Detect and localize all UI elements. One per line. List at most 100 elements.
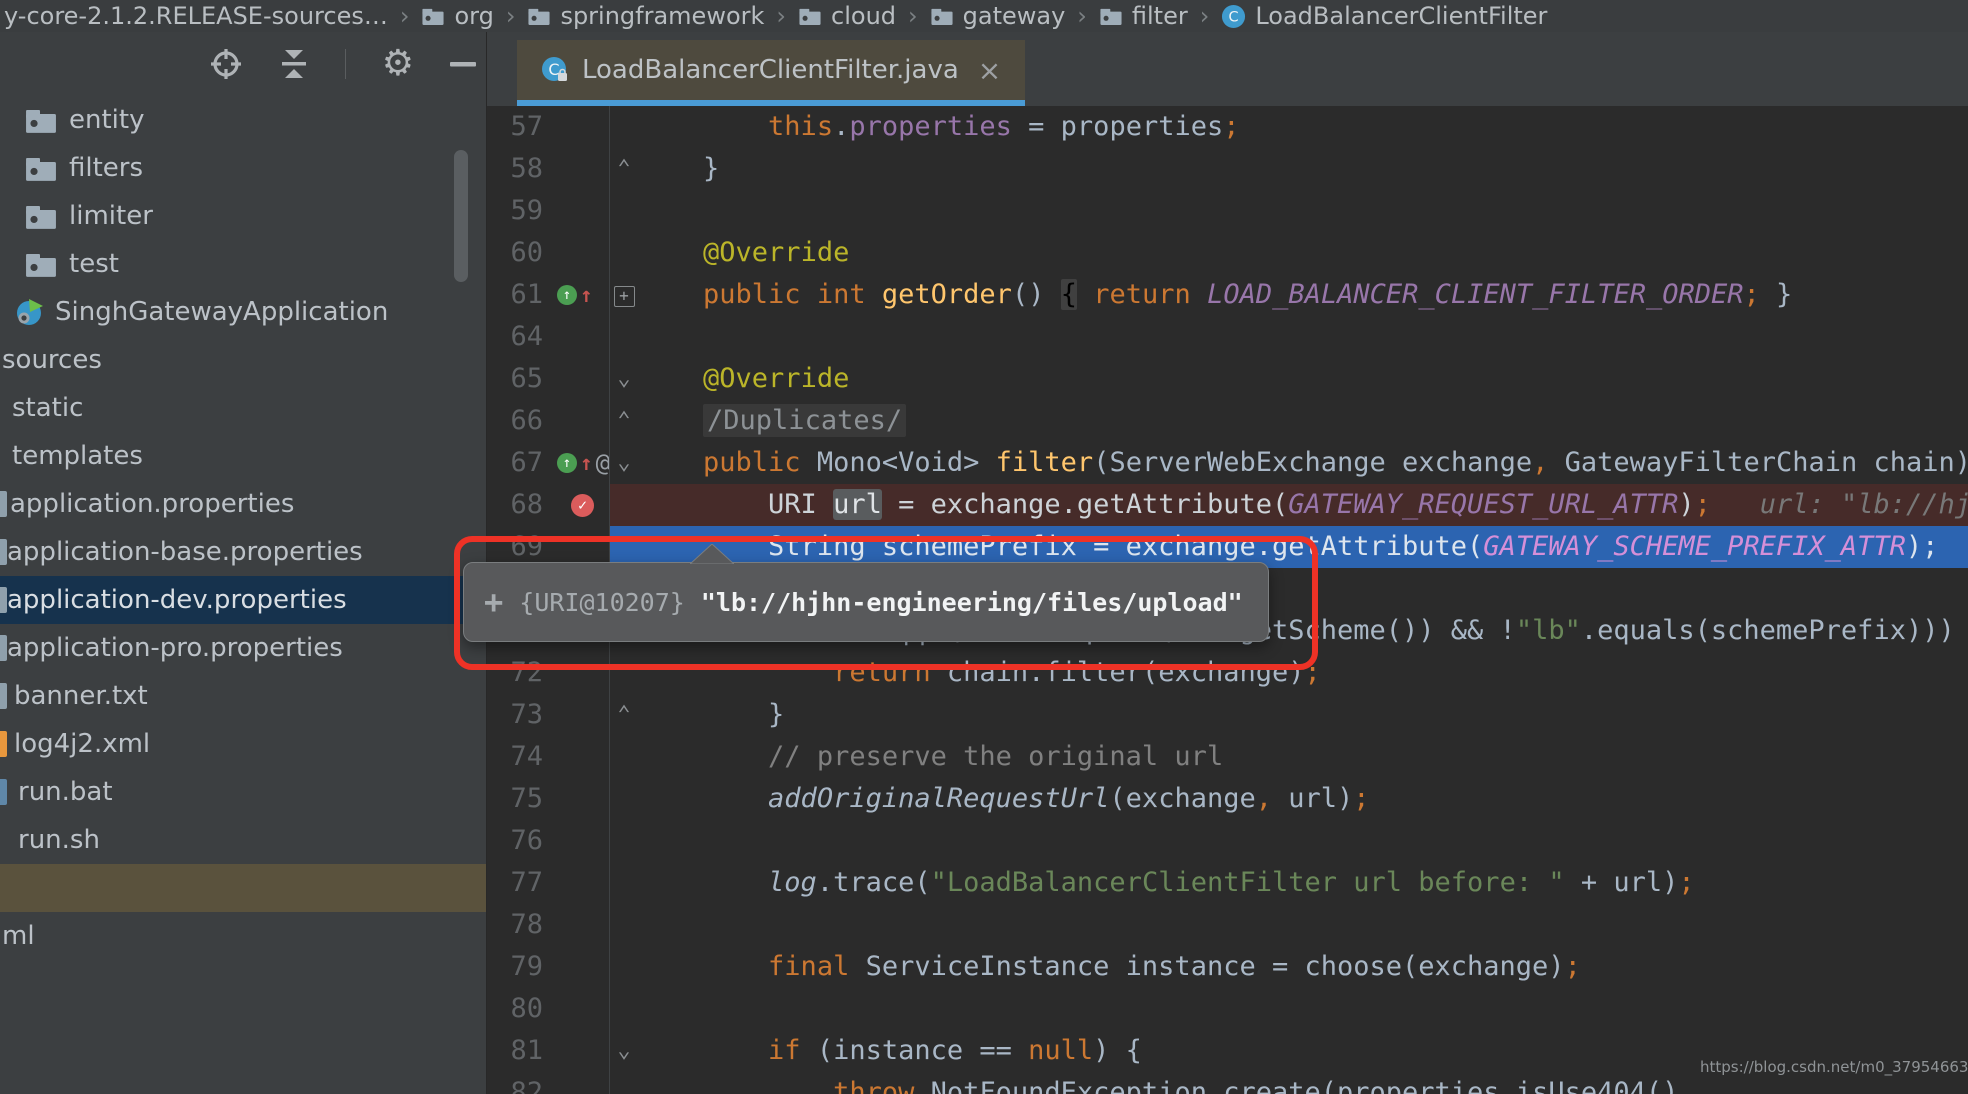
fold-marker[interactable] xyxy=(610,736,638,778)
code-text[interactable]: URI url = exchange.getAttribute(GATEWAY_… xyxy=(638,484,1968,526)
gutter-icons xyxy=(557,1072,609,1094)
breadcrumb-item[interactable]: gateway xyxy=(930,2,1065,30)
tree-item-application-base-properties[interactable]: application-base.properties xyxy=(0,528,486,576)
fold-marker[interactable] xyxy=(610,316,638,358)
fold-marker[interactable] xyxy=(610,106,638,148)
settings-icon[interactable]: ⚙ xyxy=(382,46,414,82)
override-method-icon[interactable]: ↑ xyxy=(557,453,577,473)
code-text[interactable]: addOriginalRequestUrl(exchange, url); xyxy=(638,778,1968,820)
tree-item-entity[interactable]: entity xyxy=(0,96,486,144)
code-text[interactable]: this.properties = properties; xyxy=(638,106,1968,148)
tree-item-static[interactable]: static xyxy=(0,384,486,432)
editor-tab-bar: C LoadBalancerClientFilter.java × xyxy=(487,32,1968,106)
tree-item-limiter[interactable]: limiter xyxy=(0,192,486,240)
tree-item-log4j2-xml[interactable]: log4j2.xml xyxy=(0,720,486,768)
code-text[interactable]: // preserve the original url xyxy=(638,736,1968,778)
fold-marker[interactable]: ⌃ xyxy=(610,400,638,442)
navigate-up-icon[interactable]: ↑ xyxy=(580,285,593,306)
fold-marker[interactable]: ⌄ xyxy=(610,442,638,484)
breadcrumb-item[interactable]: springframework xyxy=(527,2,764,30)
tree-item-empty[interactable] xyxy=(0,864,486,912)
fold-marker[interactable] xyxy=(610,232,638,274)
fold-marker[interactable] xyxy=(610,946,638,988)
gutter-icons xyxy=(557,736,609,778)
breadcrumb: y-core-2.1.2.RELEASE-sources… › org › spri… xyxy=(0,0,1968,33)
fold-expand-icon[interactable]: + xyxy=(613,286,635,307)
breadcrumb-item[interactable]: C LoadBalancerClientFilter xyxy=(1221,2,1547,30)
tree-scrollbar-thumb[interactable] xyxy=(454,150,468,282)
line-number: 67 xyxy=(510,447,543,478)
tree-item-label: SinghGatewayApplication xyxy=(55,297,389,327)
tree-item-ml[interactable]: ml xyxy=(0,912,486,960)
tree-item-filters[interactable]: filters xyxy=(0,144,486,192)
locate-icon[interactable] xyxy=(209,47,243,81)
tree-item-application-dev-properties[interactable]: application-dev.properties xyxy=(0,576,486,624)
code-text[interactable]: public int getOrder() { return LOAD_BALA… xyxy=(638,274,1968,316)
tree-item-run-bat[interactable]: run.bat xyxy=(0,768,486,816)
breadcrumb-item[interactable]: org xyxy=(421,2,494,30)
fold-marker[interactable] xyxy=(610,862,638,904)
tree-item-application-pro-properties[interactable]: application-pro.properties xyxy=(0,624,486,672)
tree-item-application-properties[interactable]: application.properties xyxy=(0,480,486,528)
editor-tab[interactable]: C LoadBalancerClientFilter.java × xyxy=(517,40,1026,106)
code-text[interactable]: @Override xyxy=(638,358,1968,400)
navigate-up-icon[interactable]: ↑ xyxy=(580,453,593,474)
code-text[interactable] xyxy=(638,904,1968,946)
fold-marker[interactable]: + xyxy=(610,274,638,316)
tree-item-test[interactable]: test xyxy=(0,240,486,288)
tree-item-label: log4j2.xml xyxy=(14,729,151,759)
fold-marker[interactable] xyxy=(610,820,638,862)
tree-item-singhgatewayapplication[interactable]: SinghGatewayApplication xyxy=(0,288,486,336)
tree-item-label: limiter xyxy=(69,201,153,231)
code-text[interactable]: /Duplicates/ xyxy=(638,400,1968,442)
fold-marker[interactable]: ⌃ xyxy=(610,148,638,190)
tree-item-label: sources xyxy=(2,345,102,375)
breakpoint-icon[interactable]: ✓ xyxy=(571,493,594,517)
code-line-73: 73 ⌃ } xyxy=(487,694,1968,736)
fold-marker[interactable] xyxy=(610,190,638,232)
fold-marker[interactable] xyxy=(610,904,638,946)
code-line-65: 65 ⌄ @Override xyxy=(487,358,1968,400)
code-text[interactable]: } xyxy=(638,694,1968,736)
tree-item-sources[interactable]: sources xyxy=(0,336,486,384)
fold-marker[interactable]: ⌄ xyxy=(610,358,638,400)
fold-marker[interactable] xyxy=(610,484,638,526)
line-number: 66 xyxy=(510,405,543,436)
code-text[interactable]: } xyxy=(638,148,1968,190)
breadcrumb-item[interactable]: filter xyxy=(1099,2,1188,30)
fold-marker[interactable] xyxy=(610,1072,638,1094)
annotation-gutter-icon: @ xyxy=(595,449,611,477)
code-text[interactable] xyxy=(638,316,1968,358)
tree-item-label: static xyxy=(12,393,84,423)
tree-item-run-sh[interactable]: run.sh xyxy=(0,816,486,864)
fold-marker[interactable]: ⌃ xyxy=(610,694,638,736)
tree-item-label: application.properties xyxy=(10,489,295,519)
watermark: https://blog.csdn.net/m0_37954663 xyxy=(1700,1058,1968,1076)
code-text[interactable]: final ServiceInstance instance = choose(… xyxy=(638,946,1968,988)
close-icon[interactable]: × xyxy=(978,54,1001,87)
tree-item-label: entity xyxy=(69,105,145,135)
line-number: 75 xyxy=(510,783,543,814)
class-lock-icon: C xyxy=(541,56,569,84)
code-text[interactable] xyxy=(638,190,1968,232)
breadcrumb-item[interactable]: y-core-2.1.2.RELEASE-sources… xyxy=(4,2,388,30)
hide-icon[interactable] xyxy=(450,60,476,68)
code-text[interactable] xyxy=(638,988,1968,1030)
breadcrumb-item[interactable]: cloud xyxy=(798,2,896,30)
code-text[interactable] xyxy=(638,820,1968,862)
tree-item-templates[interactable]: templates xyxy=(0,432,486,480)
project-tree: entity filters limiter test SinghGateway… xyxy=(0,96,486,1094)
code-text[interactable]: log.trace("LoadBalancerClientFilter url … xyxy=(638,862,1968,904)
folder-icon xyxy=(798,6,822,26)
fold-marker[interactable]: ⌄ xyxy=(610,1030,638,1072)
override-method-icon[interactable]: ↑ xyxy=(557,285,577,305)
tree-item-banner-txt[interactable]: banner.txt xyxy=(0,672,486,720)
code-text[interactable]: @Override xyxy=(638,232,1968,274)
fold-marker[interactable] xyxy=(610,778,638,820)
gutter-icons xyxy=(557,316,609,358)
code-text[interactable]: public Mono<Void> filter(ServerWebExchan… xyxy=(638,442,1968,484)
breadcrumb-label: y-core-2.1.2.RELEASE-sources… xyxy=(4,2,388,30)
fold-marker[interactable] xyxy=(610,988,638,1030)
collapse-all-icon[interactable] xyxy=(279,47,309,81)
code-line-77: 77 log.trace("LoadBalancerClientFilter u… xyxy=(487,862,1968,904)
